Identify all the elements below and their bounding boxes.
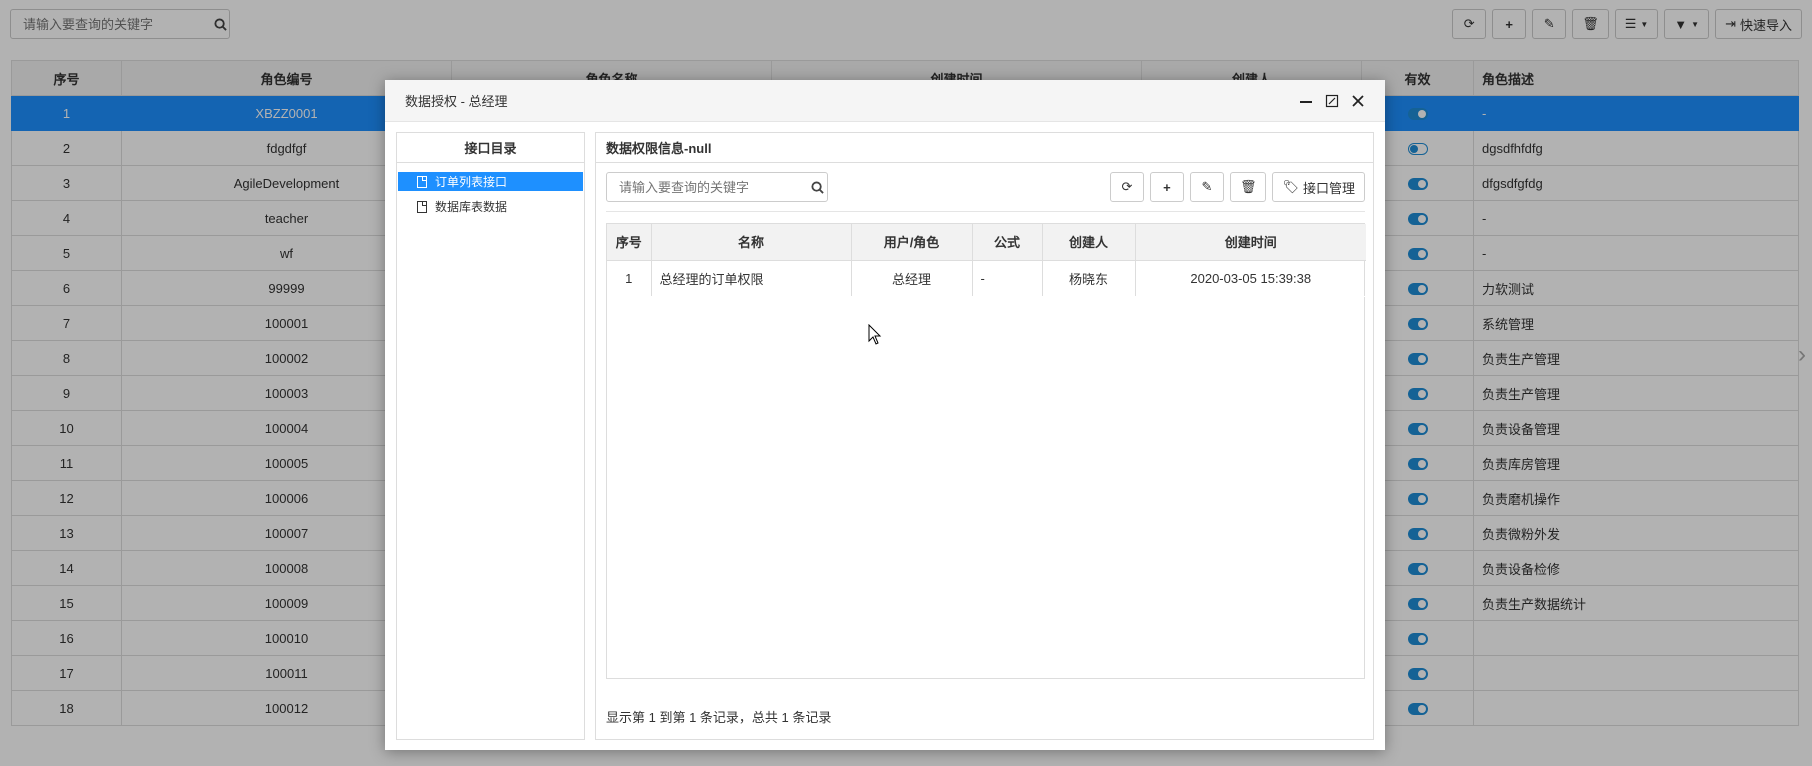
dialog-header: 数据授权 - 总经理 [385, 80, 1385, 122]
interface-manage-label: 接口管理 [1302, 180, 1355, 196]
permission-table: 序号 名称 用户/角色 公式 创建人 创建时间 1 总经理的订单权限 总经理 - [607, 224, 1366, 297]
permission-delete-button[interactable]: 🗑 [1229, 172, 1267, 202]
search-icon[interactable] [807, 180, 827, 194]
pagination-info: 显示第 1 到第 1 条记录，总共 1 条记录 [606, 710, 832, 725]
divider [606, 211, 1365, 212]
cell-created: 2020-03-05 15:39:38 [1135, 260, 1366, 297]
plus-icon: + [1163, 179, 1171, 195]
pcol-user-role[interactable]: 用户/角色 [850, 224, 973, 261]
refresh-icon: ⟳ [1121, 179, 1133, 194]
tree-item-label: 订单列表接口 [435, 175, 508, 189]
minimize-icon[interactable] [1299, 94, 1313, 108]
pcol-index[interactable]: 序号 [607, 224, 652, 261]
catalog-tree: 订单列表接口 数据库表数据 [397, 163, 584, 216]
permission-table-header: 序号 名称 用户/角色 公式 创建人 创建时间 [607, 224, 1366, 261]
permission-edit-button[interactable]: ✎ [1189, 172, 1224, 202]
permission-search-box[interactable] [606, 172, 828, 202]
permission-search-input[interactable] [607, 174, 807, 200]
permission-panel-title: 数据权限信息-null [596, 133, 1373, 163]
pcol-creator[interactable]: 创建人 [1041, 224, 1136, 261]
permission-toolbar: ⟳ + ✎ 🗑 🏷接口管理 [606, 172, 1365, 206]
cell-name: 总经理的订单权限 [651, 260, 852, 297]
catalog-title: 接口目录 [397, 133, 584, 163]
file-icon [417, 200, 427, 213]
file-icon [417, 175, 427, 188]
tree-item-order-list[interactable]: 订单列表接口 [398, 172, 583, 191]
pcol-name[interactable]: 名称 [650, 224, 852, 261]
tags-icon: 🏷 [1282, 179, 1299, 194]
interface-catalog-panel: 接口目录 订单列表接口 数据库表数据 [396, 132, 585, 740]
maximize-icon[interactable] [1325, 94, 1339, 108]
trash-icon: 🗑 [1239, 179, 1257, 194]
cell-index: 1 [607, 260, 652, 297]
permission-row[interactable]: 1 总经理的订单权限 总经理 - 杨晓东 2020-03-05 15:39:38 [607, 260, 1366, 297]
permission-refresh-button[interactable]: ⟳ [1109, 172, 1144, 202]
pcol-formula[interactable]: 公式 [971, 224, 1043, 261]
mouse-cursor-icon [868, 324, 882, 345]
pcol-created-time[interactable]: 创建时间 [1134, 224, 1366, 261]
dialog-title: 数据授权 - 总经理 [405, 94, 508, 109]
close-icon[interactable] [1351, 94, 1365, 108]
data-auth-dialog: 数据授权 - 总经理 接口目录 订单列表接口 数据库表数据 数据权限信息-nul… [385, 80, 1385, 750]
permission-info-panel: 数据权限信息-null ⟳ + ✎ 🗑 🏷接口管理 [595, 132, 1374, 740]
permission-add-button[interactable]: + [1149, 172, 1184, 202]
cell-role: 总经理 [851, 260, 973, 297]
tree-item-label: 数据库表数据 [435, 200, 508, 214]
pencil-icon: ✎ [1201, 179, 1213, 194]
interface-manage-button[interactable]: 🏷 接口管理 [1272, 172, 1365, 202]
permission-table-container: 序号 名称 用户/角色 公式 创建人 创建时间 1 总经理的订单权限 总经理 - [606, 223, 1366, 679]
cell-creator: 杨晓东 [1042, 260, 1136, 297]
cell-formula: - [972, 260, 1043, 297]
tree-item-db-table[interactable]: 数据库表数据 [398, 197, 583, 216]
